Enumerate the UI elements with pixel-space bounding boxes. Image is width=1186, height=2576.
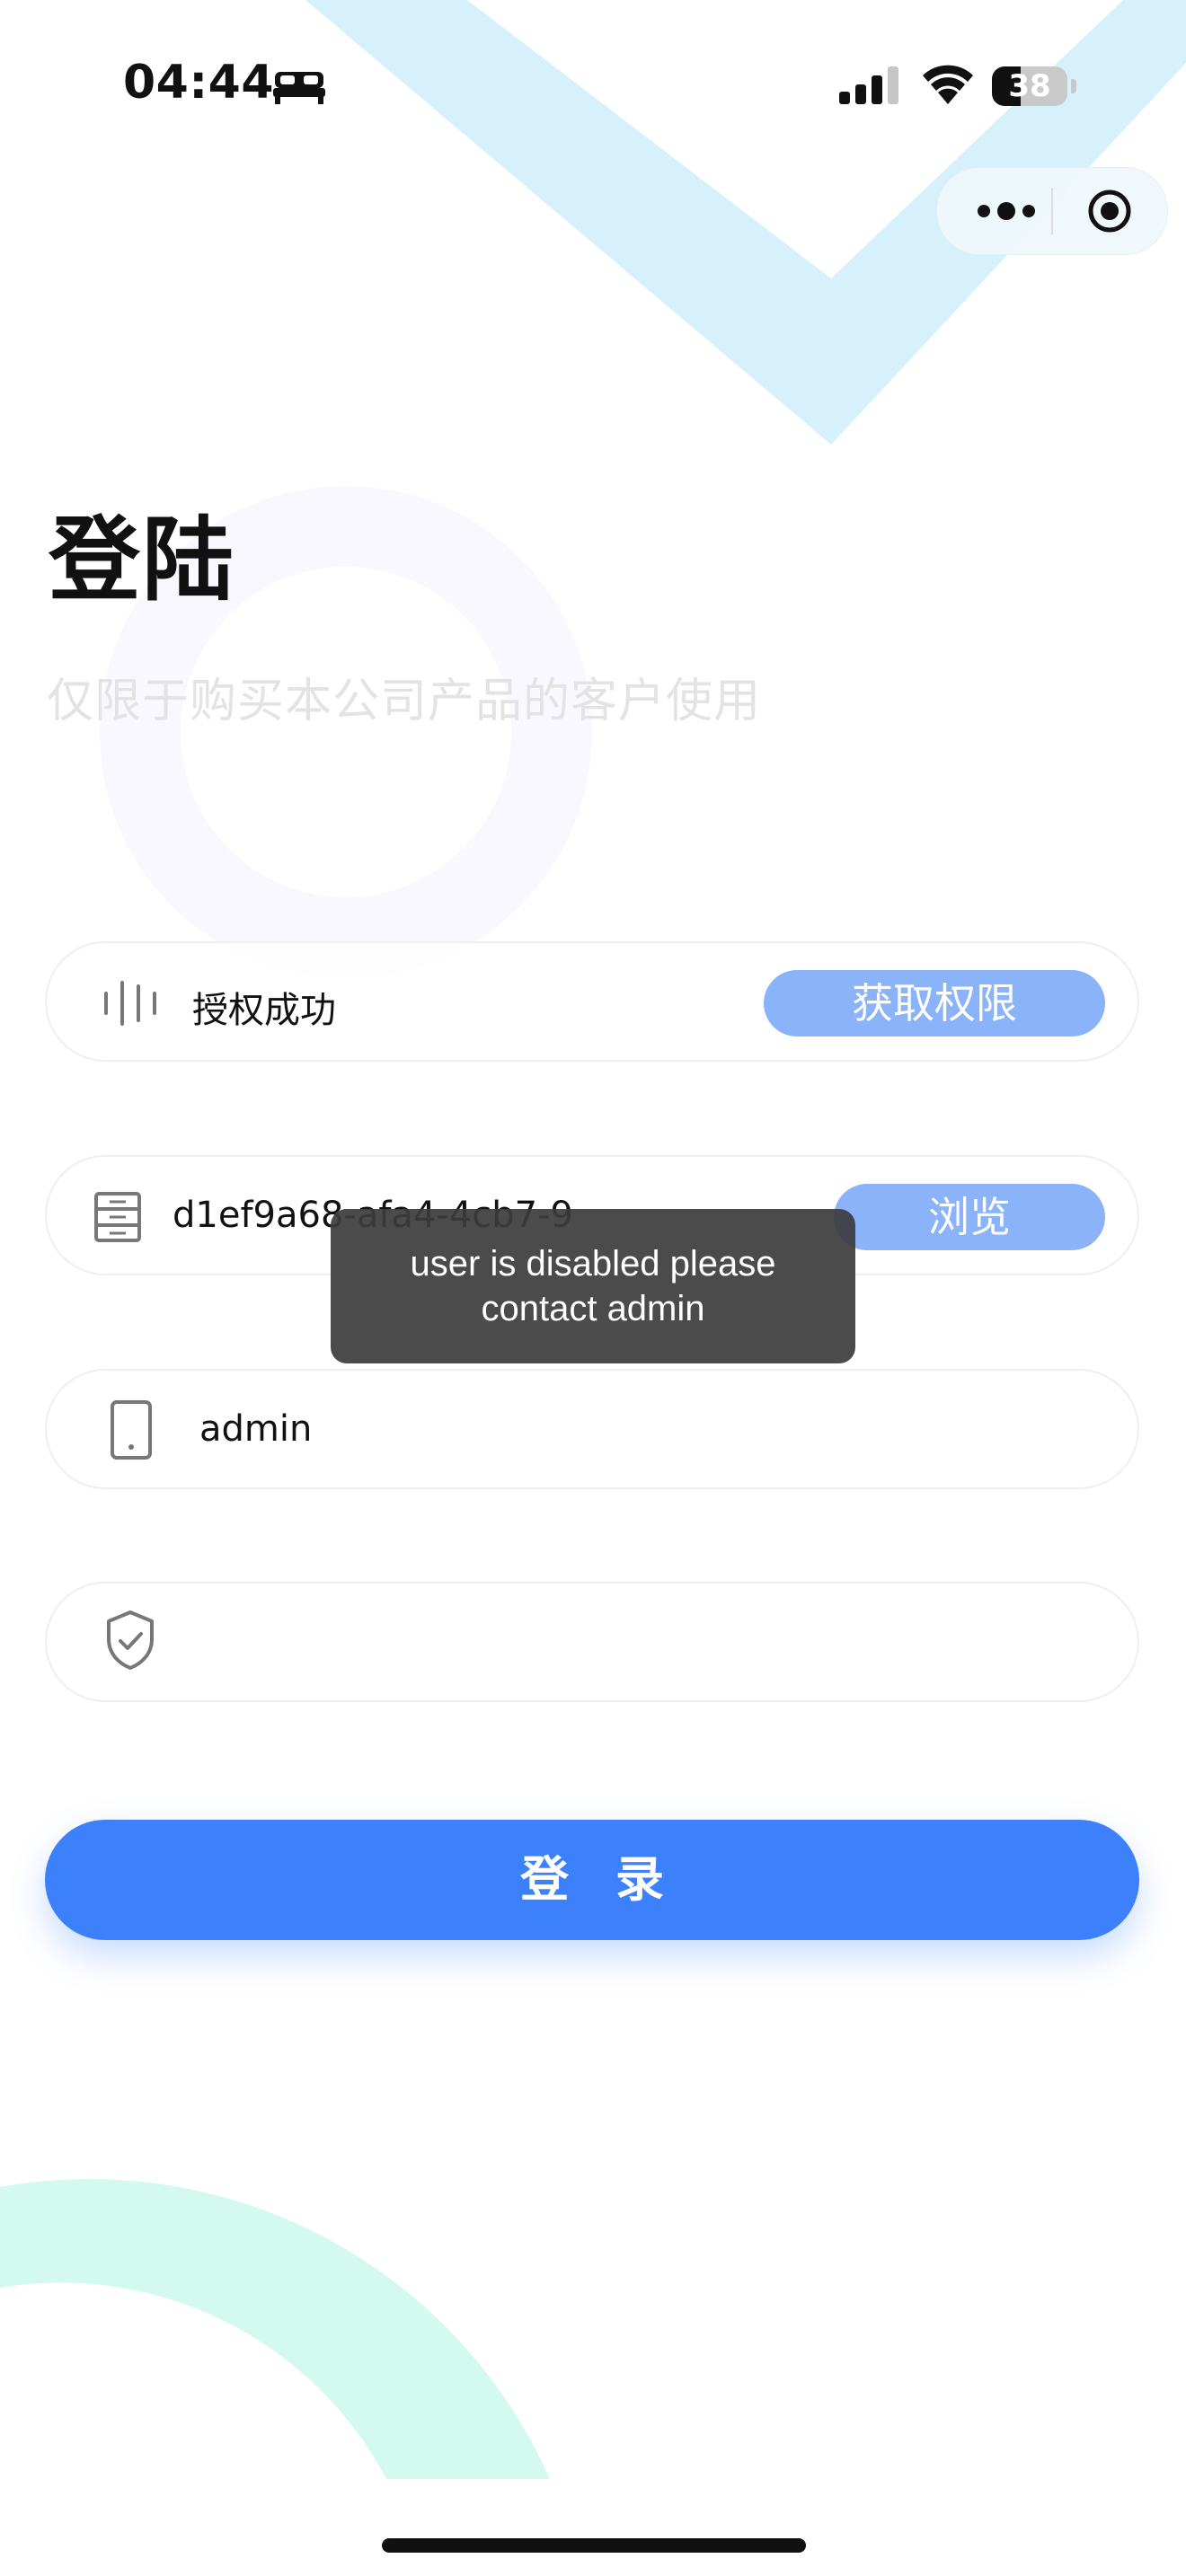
username-input[interactable]: admin <box>199 1408 312 1450</box>
bed-icon <box>273 72 325 104</box>
page-title: 登陆 <box>49 507 235 614</box>
shield-check-icon <box>107 1610 154 1670</box>
password-row[interactable] <box>45 1582 1139 1702</box>
more-dots-icon[interactable] <box>975 200 1038 222</box>
toast-message: user is disabled please contact admin <box>410 1244 776 1328</box>
status-time: 04:44 <box>123 56 275 110</box>
wifi-icon <box>923 65 973 104</box>
authorization-status: 授权成功 <box>192 990 336 1031</box>
battery-level: 38 <box>1008 68 1051 104</box>
login-button[interactable]: 登录 <box>45 1820 1139 1940</box>
browse-button[interactable]: 浏览 <box>834 1184 1105 1250</box>
miniprogram-capsule <box>936 167 1168 255</box>
get-permission-button[interactable]: 获取权限 <box>764 970 1105 1037</box>
target-circle-icon[interactable] <box>1086 188 1133 234</box>
username-row[interactable]: admin <box>45 1369 1139 1489</box>
phone-icon <box>111 1400 152 1460</box>
sound-wave-icon <box>104 981 156 1026</box>
error-toast: user is disabled please contact admin <box>331 1209 855 1363</box>
server-icon <box>94 1192 141 1242</box>
page-subtitle: 仅限于购买本公司产品的客户使用 <box>47 675 762 728</box>
cellular-signal-icon <box>839 66 898 104</box>
background-decoration-arc <box>0 2179 550 2479</box>
home-indicator[interactable] <box>382 2538 806 2553</box>
capsule-divider <box>1051 188 1053 234</box>
authorization-row: 授权成功 获取权限 <box>45 941 1139 1062</box>
